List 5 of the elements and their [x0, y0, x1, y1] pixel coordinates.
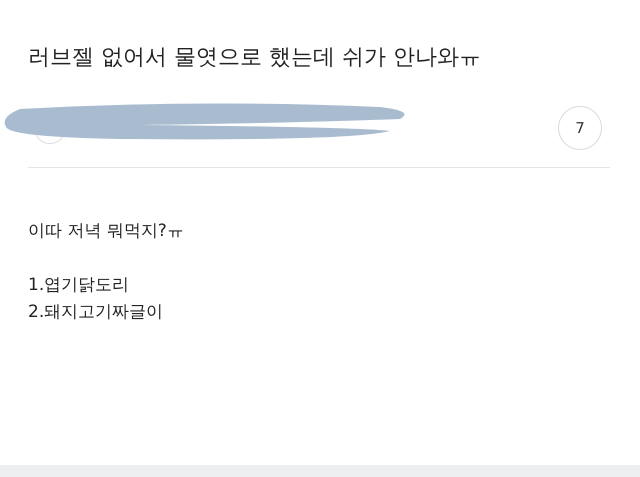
comment-count[interactable]: 7: [558, 106, 602, 150]
body-line: 이따 저녁 뭐먹지?ㅠ: [28, 220, 185, 243]
post-title: 러브젤 없어서 물엿으로 했는데 쉬가 안나와ㅠ: [28, 44, 482, 72]
body-line: 2.돼지고기짜글이: [28, 300, 164, 324]
body-line: 1.엽기닭도리: [28, 274, 130, 297]
